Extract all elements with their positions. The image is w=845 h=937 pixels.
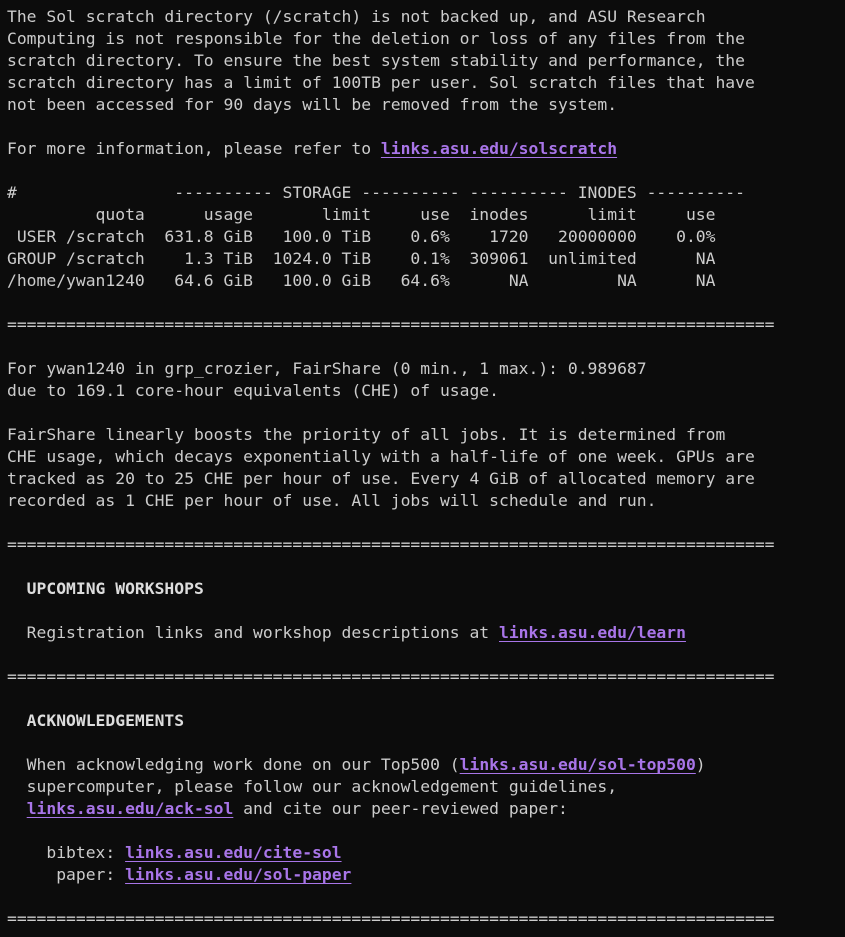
- notice-line: Computing is not responsible for the del…: [7, 29, 745, 48]
- fairshare-line: For ywan1240 in grp_crozier, FairShare (…: [7, 359, 647, 378]
- bibtex-label: bibtex:: [7, 843, 126, 862]
- cite-sol-link[interactable]: links.asu.edu/cite-sol: [125, 843, 341, 862]
- fairshare-line: due to 169.1 core-hour equivalents (CHE)…: [7, 381, 499, 400]
- quota-row-user-scratch: USER /scratch 631.8 GiB 100.0 TiB 0.6% 1…: [7, 227, 716, 246]
- sol-paper-link[interactable]: links.asu.edu/sol-paper: [125, 865, 351, 884]
- notice-line: scratch directory. To ensure the best sy…: [7, 51, 745, 70]
- separator: ========================================…: [7, 315, 775, 334]
- notice-line: not been accessed for 90 days will be re…: [7, 95, 618, 114]
- quota-column-header: quota usage limit use inodes limit use: [7, 205, 716, 224]
- quota-row-home: /home/ywan1240 64.6 GiB 100.0 GiB 64.6% …: [7, 271, 716, 290]
- solscratch-link[interactable]: links.asu.edu/solscratch: [381, 139, 617, 158]
- separator: ========================================…: [7, 909, 775, 928]
- fairshare-explain-line: recorded as 1 CHE per hour of use. All j…: [7, 491, 657, 510]
- ack-text: [7, 799, 27, 818]
- terminal-output: The Sol scratch directory (/scratch) is …: [7, 6, 775, 930]
- ack-text: and cite our peer-reviewed paper:: [233, 799, 568, 818]
- ack-line-1: When acknowledging work done on our Top5…: [7, 754, 775, 776]
- quota-row-group-scratch: GROUP /scratch 1.3 TiB 1024.0 TiB 0.1% 3…: [7, 249, 716, 268]
- fairshare-explain-line: CHE usage, which decays exponentially wi…: [7, 447, 755, 466]
- workshops-line: Registration links and workshop descript…: [7, 622, 775, 644]
- ack-line-2: supercomputer, please follow our acknowl…: [7, 777, 618, 796]
- workshops-text: Registration links and workshop descript…: [7, 623, 499, 642]
- ack-line-3: links.asu.edu/ack-sol and cite our peer-…: [7, 798, 775, 820]
- ack-text: When acknowledging work done on our Top5…: [7, 755, 460, 774]
- paper-label: paper:: [7, 865, 126, 884]
- bibtex-line: bibtex: links.asu.edu/cite-sol: [7, 842, 775, 864]
- quota-group-header: # ---------- STORAGE ---------- --------…: [7, 183, 745, 202]
- notice-line: scratch directory has a limit of 100TB p…: [7, 73, 755, 92]
- separator: ========================================…: [7, 667, 775, 686]
- acknowledgements-heading: ACKNOWLEDGEMENTS: [7, 711, 185, 730]
- ack-sol-link[interactable]: links.asu.edu/ack-sol: [27, 799, 234, 818]
- more-info-line: For more information, please refer to li…: [7, 138, 775, 160]
- learn-link[interactable]: links.asu.edu/learn: [499, 623, 686, 642]
- notice-line: The Sol scratch directory (/scratch) is …: [7, 7, 706, 26]
- paper-line: paper: links.asu.edu/sol-paper: [7, 864, 775, 886]
- separator: ========================================…: [7, 535, 775, 554]
- fairshare-explain-line: tracked as 20 to 25 CHE per hour of use.…: [7, 469, 755, 488]
- workshops-heading: UPCOMING WORKSHOPS: [7, 579, 204, 598]
- more-info-text: For more information, please refer to: [7, 139, 381, 158]
- sol-top500-link[interactable]: links.asu.edu/sol-top500: [460, 755, 696, 774]
- fairshare-explain-line: FairShare linearly boosts the priority o…: [7, 425, 726, 444]
- ack-text: ): [695, 755, 706, 774]
